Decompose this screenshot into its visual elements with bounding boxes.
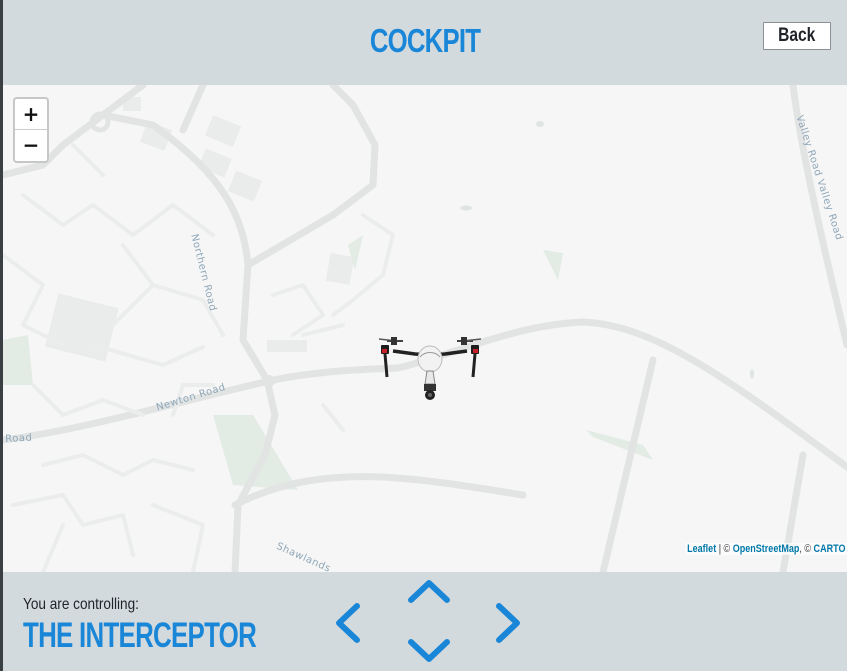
zoom-out-button[interactable]: −: [15, 130, 47, 160]
control-panel: You are controlling: THE INTERCEPTOR: [3, 572, 847, 671]
page-title: COCKPIT: [369, 22, 481, 59]
drone-icon: [378, 337, 482, 400]
osm-link[interactable]: OpenStreetMap: [733, 543, 800, 555]
map-attribution: Leaflet | © OpenStreetMap, © CARTO: [685, 543, 847, 555]
attribution-separator: | ©: [716, 543, 733, 555]
leaflet-link[interactable]: Leaflet: [687, 543, 716, 555]
back-button-label: Back: [778, 25, 816, 46]
chevron-right-icon[interactable]: [493, 602, 523, 644]
controlling-label: You are controlling:: [23, 596, 139, 613]
back-button[interactable]: Back: [763, 22, 831, 50]
chevron-down-icon[interactable]: [406, 636, 452, 666]
map-view[interactable]: Northern Road Newton Road Road Valley Ro…: [3, 85, 847, 572]
chevron-left-icon[interactable]: [333, 602, 363, 644]
attribution-separator-2: , ©: [799, 543, 814, 555]
drone-name: THE INTERCEPTOR: [23, 616, 257, 655]
carto-link[interactable]: CARTO: [813, 543, 845, 555]
road-label-road: Road: [5, 432, 33, 445]
header-bar: COCKPIT Back: [3, 0, 847, 85]
zoom-control: + −: [13, 97, 49, 163]
drone-marker[interactable]: [375, 329, 485, 409]
zoom-in-button[interactable]: +: [15, 99, 47, 130]
chevron-up-icon[interactable]: [406, 578, 452, 606]
